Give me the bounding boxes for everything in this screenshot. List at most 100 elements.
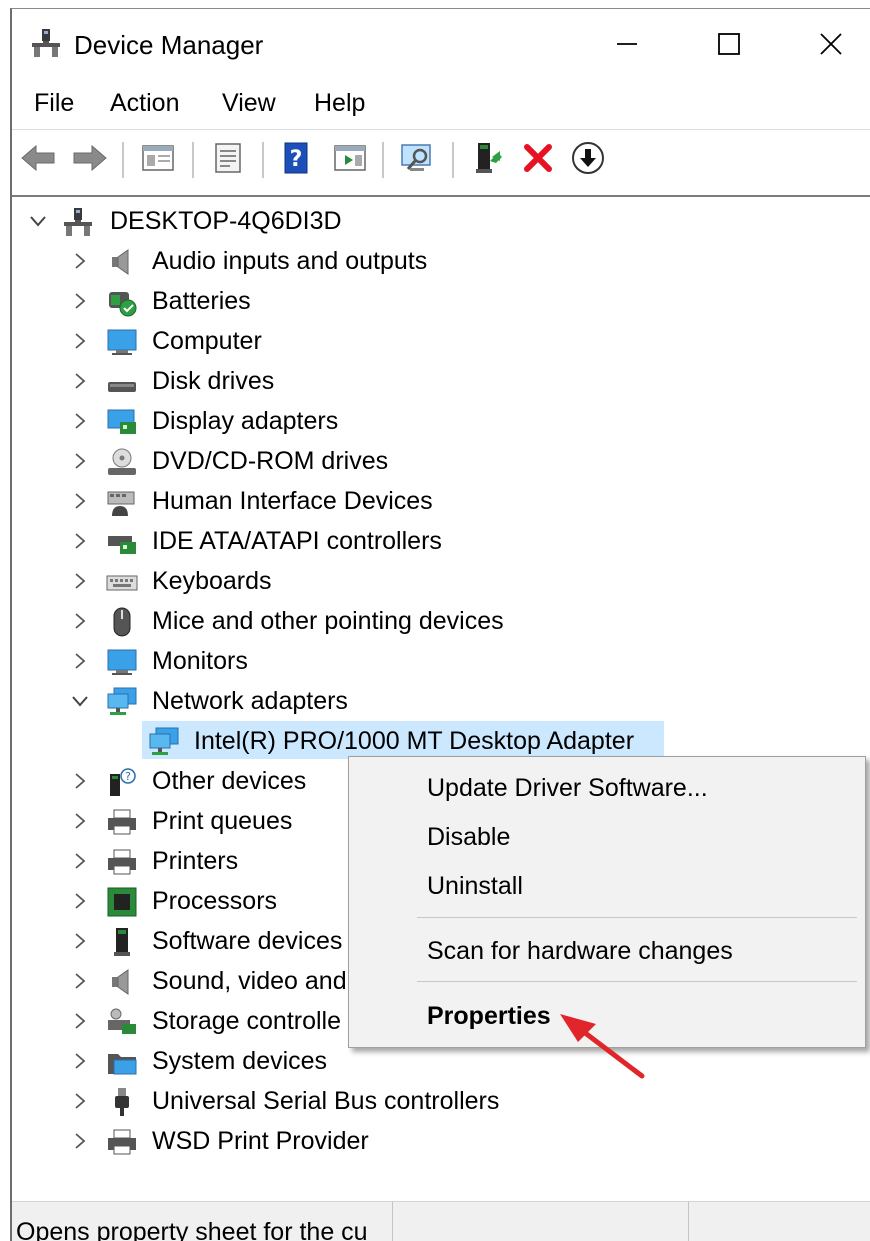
hid-icon — [107, 491, 135, 516]
show-hide-console-tree-button[interactable] — [138, 138, 178, 178]
chevron-right-icon[interactable] — [70, 1131, 90, 1151]
toolbar-separator — [122, 142, 124, 178]
chevron-right-icon[interactable] — [70, 531, 90, 551]
chevron-right-icon[interactable] — [70, 251, 90, 271]
forward-button[interactable] — [70, 138, 110, 178]
menu-view[interactable]: View — [218, 89, 280, 118]
chevron-right-icon[interactable] — [70, 331, 90, 351]
tree-item-intel-adapter[interactable]: Intel(R) PRO/1000 MT Desktop Adapter — [12, 721, 870, 761]
tree-item-batteries[interactable]: Batteries — [12, 281, 870, 321]
context-menu-label: Scan for hardware changes — [427, 937, 733, 965]
toolbar-separator — [192, 142, 194, 178]
printer-icon — [108, 849, 136, 875]
speaker-icon — [112, 249, 129, 275]
storage-controller-icon — [108, 1008, 136, 1034]
minimize-icon — [617, 43, 637, 45]
tree-item-label: Print queues — [152, 807, 293, 835]
menu-help[interactable]: Help — [310, 89, 369, 118]
tree-item-label: Monitors — [152, 647, 248, 675]
tree-item-mice[interactable]: Mice and other pointing devices — [12, 601, 870, 641]
chevron-right-icon[interactable] — [70, 571, 90, 591]
chevron-right-icon[interactable] — [70, 451, 90, 471]
chevron-right-icon[interactable] — [70, 811, 90, 831]
context-menu-scan[interactable]: Scan for hardware changes — [349, 926, 865, 972]
toolbar-separator — [452, 142, 454, 178]
chevron-right-icon[interactable] — [70, 771, 90, 791]
tree-item-display-adapters[interactable]: Display adapters — [12, 401, 870, 441]
tree-item-audio[interactable]: Audio inputs and outputs — [12, 241, 870, 281]
maximize-button[interactable] — [704, 21, 754, 67]
context-menu-label: Properties — [427, 1002, 551, 1030]
speaker-icon — [112, 969, 129, 995]
menu-bar: File Action View Help — [12, 81, 870, 129]
tree-item-label: Display adapters — [152, 407, 339, 435]
chevron-right-icon[interactable] — [70, 1011, 90, 1031]
tree-item-keyboards[interactable]: Keyboards — [12, 561, 870, 601]
chevron-right-icon[interactable] — [70, 971, 90, 991]
tree-item-monitors[interactable]: Monitors — [12, 641, 870, 681]
chevron-right-icon[interactable] — [70, 491, 90, 511]
tree-root[interactable]: DESKTOP-4Q6DI3D — [12, 201, 870, 241]
svg-text:?: ? — [290, 147, 303, 172]
chevron-right-icon[interactable] — [70, 651, 90, 671]
chevron-right-icon[interactable] — [70, 611, 90, 631]
monitor-icon — [107, 329, 137, 355]
chevron-right-icon[interactable] — [70, 411, 90, 431]
update-driver-button[interactable] — [468, 138, 508, 178]
minimize-button[interactable] — [602, 21, 652, 67]
tree-item-usb-controllers[interactable]: Universal Serial Bus controllers — [12, 1081, 870, 1121]
tree-item-computer[interactable]: Computer — [12, 321, 870, 361]
tree-item-label: Keyboards — [152, 567, 272, 595]
close-button[interactable] — [806, 21, 856, 67]
toolbar-separator — [262, 142, 264, 178]
battery-icon — [109, 292, 137, 317]
help-button[interactable]: ? — [276, 138, 316, 178]
disk-drive-icon — [108, 382, 136, 392]
chevron-right-icon[interactable] — [70, 291, 90, 311]
tree-item-label: Universal Serial Bus controllers — [152, 1087, 500, 1115]
device-manager-icon — [32, 29, 60, 57]
context-menu-label: Disable — [427, 823, 511, 851]
context-menu-uninstall[interactable]: Uninstall — [349, 861, 865, 907]
chevron-right-icon[interactable] — [70, 1091, 90, 1111]
disable-icon — [572, 142, 604, 174]
status-bar: Opens property sheet for the cu — [12, 1201, 870, 1241]
chevron-right-icon[interactable] — [70, 891, 90, 911]
tree-item-wsd-print-provider[interactable]: WSD Print Provider — [12, 1121, 870, 1161]
selected-device-label: Intel(R) PRO/1000 MT Desktop Adapter — [194, 727, 635, 755]
context-menu-update-driver[interactable]: Update Driver Software... — [349, 763, 865, 809]
tree-root-label: DESKTOP-4Q6DI3D — [110, 207, 342, 235]
tree-item-label: Batteries — [152, 287, 251, 315]
context-menu-label: Update Driver Software... — [427, 774, 708, 802]
tree-item-label: System devices — [152, 1047, 328, 1075]
chevron-right-icon[interactable] — [70, 931, 90, 951]
computer-tower-icon — [64, 208, 92, 236]
chevron-right-icon[interactable] — [70, 1051, 90, 1071]
chevron-down-icon[interactable] — [28, 211, 48, 231]
chevron-right-icon[interactable] — [70, 371, 90, 391]
chevron-right-icon[interactable] — [70, 851, 90, 871]
window-title: Device Manager — [74, 30, 264, 60]
uninstall-button[interactable] — [518, 138, 558, 178]
tree-item-label: DVD/CD-ROM drives — [152, 447, 389, 475]
status-divider — [392, 1202, 393, 1241]
action-pane-button[interactable] — [330, 138, 370, 178]
context-menu: Update Driver Software... Disable Uninst… — [348, 756, 866, 1048]
tree-item-dvd-drives[interactable]: DVD/CD-ROM drives — [12, 441, 870, 481]
properties-button[interactable] — [208, 138, 248, 178]
context-menu-disable[interactable]: Disable — [349, 812, 865, 858]
menu-file[interactable]: File — [30, 89, 78, 118]
menu-action[interactable]: Action — [106, 89, 183, 118]
back-button[interactable] — [18, 138, 58, 178]
tree-item-disk-drives[interactable]: Disk drives — [12, 361, 870, 401]
tree-item-hid[interactable]: Human Interface Devices — [12, 481, 870, 521]
tree-item-label: Software devices — [152, 927, 343, 955]
scan-hardware-button[interactable] — [398, 138, 438, 178]
tree-item-ide-controllers[interactable]: IDE ATA/ATAPI controllers — [12, 521, 870, 561]
unknown-device-icon: ? — [110, 768, 136, 796]
disable-button[interactable] — [568, 138, 608, 178]
tree-item-label: IDE ATA/ATAPI controllers — [152, 527, 442, 555]
chevron-down-icon[interactable] — [70, 691, 90, 711]
tree-item-network-adapters[interactable]: Network adapters — [12, 681, 870, 721]
usb-icon — [115, 1088, 129, 1116]
